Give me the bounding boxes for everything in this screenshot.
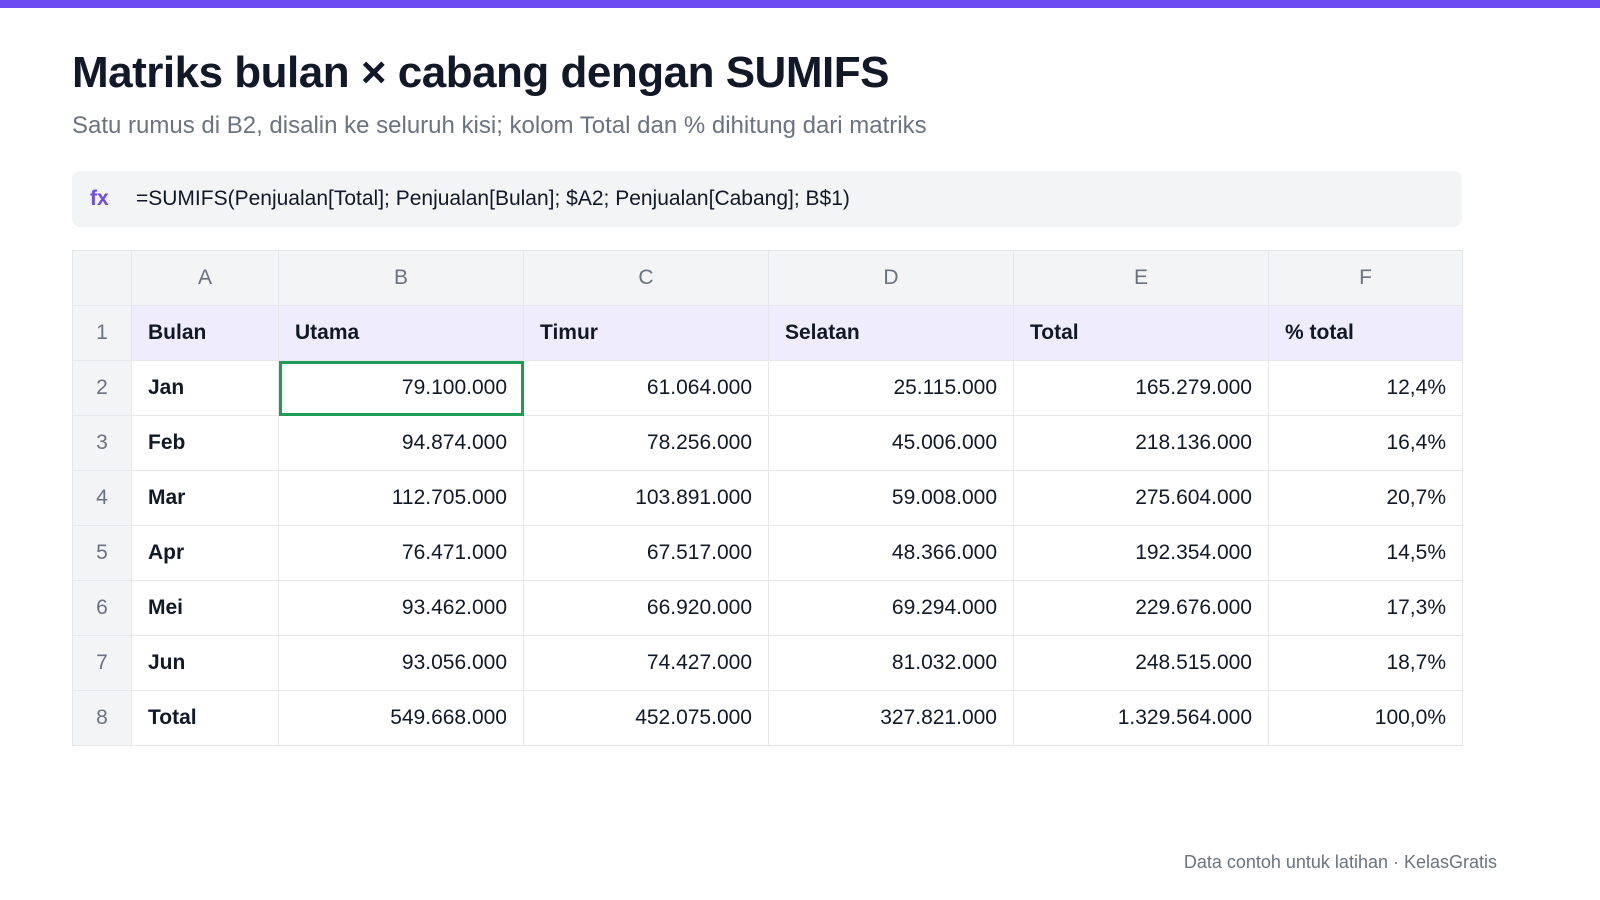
row-header[interactable]: 3: [72, 415, 132, 471]
cell-f5[interactable]: 14,5%: [1268, 525, 1463, 581]
cell-e6[interactable]: 229.676.000: [1013, 580, 1269, 636]
total-row: 8 Total 549.668.000 452.075.000 327.821.…: [72, 690, 1463, 746]
table-row: 2 Jan 79.100.000 61.064.000 25.115.000 1…: [72, 360, 1463, 416]
column-header-a[interactable]: A: [131, 250, 279, 306]
cell-f3[interactable]: 16,4%: [1268, 415, 1463, 471]
page-subtitle: Satu rumus di B2, disalin ke seluruh kis…: [72, 112, 927, 139]
cell-f6[interactable]: 17,3%: [1268, 580, 1463, 636]
cell-a1[interactable]: Bulan: [131, 305, 279, 361]
table-row: 6 Mei 93.462.000 66.920.000 69.294.000 2…: [72, 580, 1463, 636]
cell-a4[interactable]: Mar: [131, 470, 279, 526]
table-row: 3 Feb 94.874.000 78.256.000 45.006.000 2…: [72, 415, 1463, 471]
cell-d2[interactable]: 25.115.000: [768, 360, 1014, 416]
table-row: 4 Mar 112.705.000 103.891.000 59.008.000…: [72, 470, 1463, 526]
cell-f7[interactable]: 18,7%: [1268, 635, 1463, 691]
cell-c1[interactable]: Timur: [523, 305, 769, 361]
cell-b5[interactable]: 76.471.000: [278, 525, 524, 581]
cell-b7[interactable]: 93.056.000: [278, 635, 524, 691]
cell-e5[interactable]: 192.354.000: [1013, 525, 1269, 581]
cell-d4[interactable]: 59.008.000: [768, 470, 1014, 526]
cell-e4[interactable]: 275.604.000: [1013, 470, 1269, 526]
cell-b4[interactable]: 112.705.000: [278, 470, 524, 526]
cell-e3[interactable]: 218.136.000: [1013, 415, 1269, 471]
cell-e2[interactable]: 165.279.000: [1013, 360, 1269, 416]
cell-c6[interactable]: 66.920.000: [523, 580, 769, 636]
column-header-d[interactable]: D: [768, 250, 1014, 306]
column-header-e[interactable]: E: [1013, 250, 1269, 306]
cell-f8[interactable]: 100,0%: [1268, 690, 1463, 746]
cell-a8[interactable]: Total: [131, 690, 279, 746]
cell-f2[interactable]: 12,4%: [1268, 360, 1463, 416]
cell-a3[interactable]: Feb: [131, 415, 279, 471]
fx-icon: fx: [90, 187, 109, 210]
table-row: 5 Apr 76.471.000 67.517.000 48.366.000 1…: [72, 525, 1463, 581]
cell-b1[interactable]: Utama: [278, 305, 524, 361]
cell-b6[interactable]: 93.462.000: [278, 580, 524, 636]
row-header[interactable]: 5: [72, 525, 132, 581]
footer-note: Data contoh untuk latihan · KelasGratis: [1183, 852, 1497, 872]
cell-d1[interactable]: Selatan: [768, 305, 1014, 361]
cell-a5[interactable]: Apr: [131, 525, 279, 581]
table-row: 7 Jun 93.056.000 74.427.000 81.032.000 2…: [72, 635, 1463, 691]
cell-e7[interactable]: 248.515.000: [1013, 635, 1269, 691]
cell-a7[interactable]: Jun: [131, 635, 279, 691]
cell-d8[interactable]: 327.821.000: [768, 690, 1014, 746]
formula-text[interactable]: =SUMIFS(Penjualan[Total]; Penjualan[Bula…: [136, 187, 850, 211]
cell-c8[interactable]: 452.075.000: [523, 690, 769, 746]
row-header[interactable]: 4: [72, 470, 132, 526]
cell-d5[interactable]: 48.366.000: [768, 525, 1014, 581]
row-header[interactable]: 1: [72, 305, 132, 361]
cell-c2[interactable]: 61.064.000: [523, 360, 769, 416]
cell-a2[interactable]: Jan: [131, 360, 279, 416]
cell-c7[interactable]: 74.427.000: [523, 635, 769, 691]
column-header-b[interactable]: B: [278, 250, 524, 306]
formula-bar[interactable]: fx =SUMIFS(Penjualan[Total]; Penjualan[B…: [72, 171, 1462, 227]
cell-b3[interactable]: 94.874.000: [278, 415, 524, 471]
cell-c5[interactable]: 67.517.000: [523, 525, 769, 581]
cell-e1[interactable]: Total: [1013, 305, 1269, 361]
cell-d6[interactable]: 69.294.000: [768, 580, 1014, 636]
table-header-row: 1 Bulan Utama Timur Selatan Total % tota…: [72, 305, 1463, 361]
cell-e8[interactable]: 1.329.564.000: [1013, 690, 1269, 746]
corner-cell[interactable]: [72, 250, 132, 306]
page-title: Matriks bulan × cabang dengan SUMIFS: [72, 48, 889, 97]
row-header[interactable]: 7: [72, 635, 132, 691]
cell-f1[interactable]: % total: [1268, 305, 1463, 361]
row-header[interactable]: 8: [72, 690, 132, 746]
column-header-c[interactable]: C: [523, 250, 769, 306]
spreadsheet-grid: A B C D E F 1 Bulan Utama Timur Selatan …: [72, 250, 1463, 746]
cell-a6[interactable]: Mei: [131, 580, 279, 636]
column-header-row: A B C D E F: [72, 250, 1463, 306]
row-header[interactable]: 2: [72, 360, 132, 416]
cell-b8[interactable]: 549.668.000: [278, 690, 524, 746]
cell-b2-selected[interactable]: 79.100.000: [278, 360, 524, 416]
cell-f4[interactable]: 20,7%: [1268, 470, 1463, 526]
column-header-f[interactable]: F: [1268, 250, 1463, 306]
row-header[interactable]: 6: [72, 580, 132, 636]
cell-d3[interactable]: 45.006.000: [768, 415, 1014, 471]
cell-d7[interactable]: 81.032.000: [768, 635, 1014, 691]
cell-c3[interactable]: 78.256.000: [523, 415, 769, 471]
cell-c4[interactable]: 103.891.000: [523, 470, 769, 526]
accent-top-bar: [0, 0, 1600, 8]
